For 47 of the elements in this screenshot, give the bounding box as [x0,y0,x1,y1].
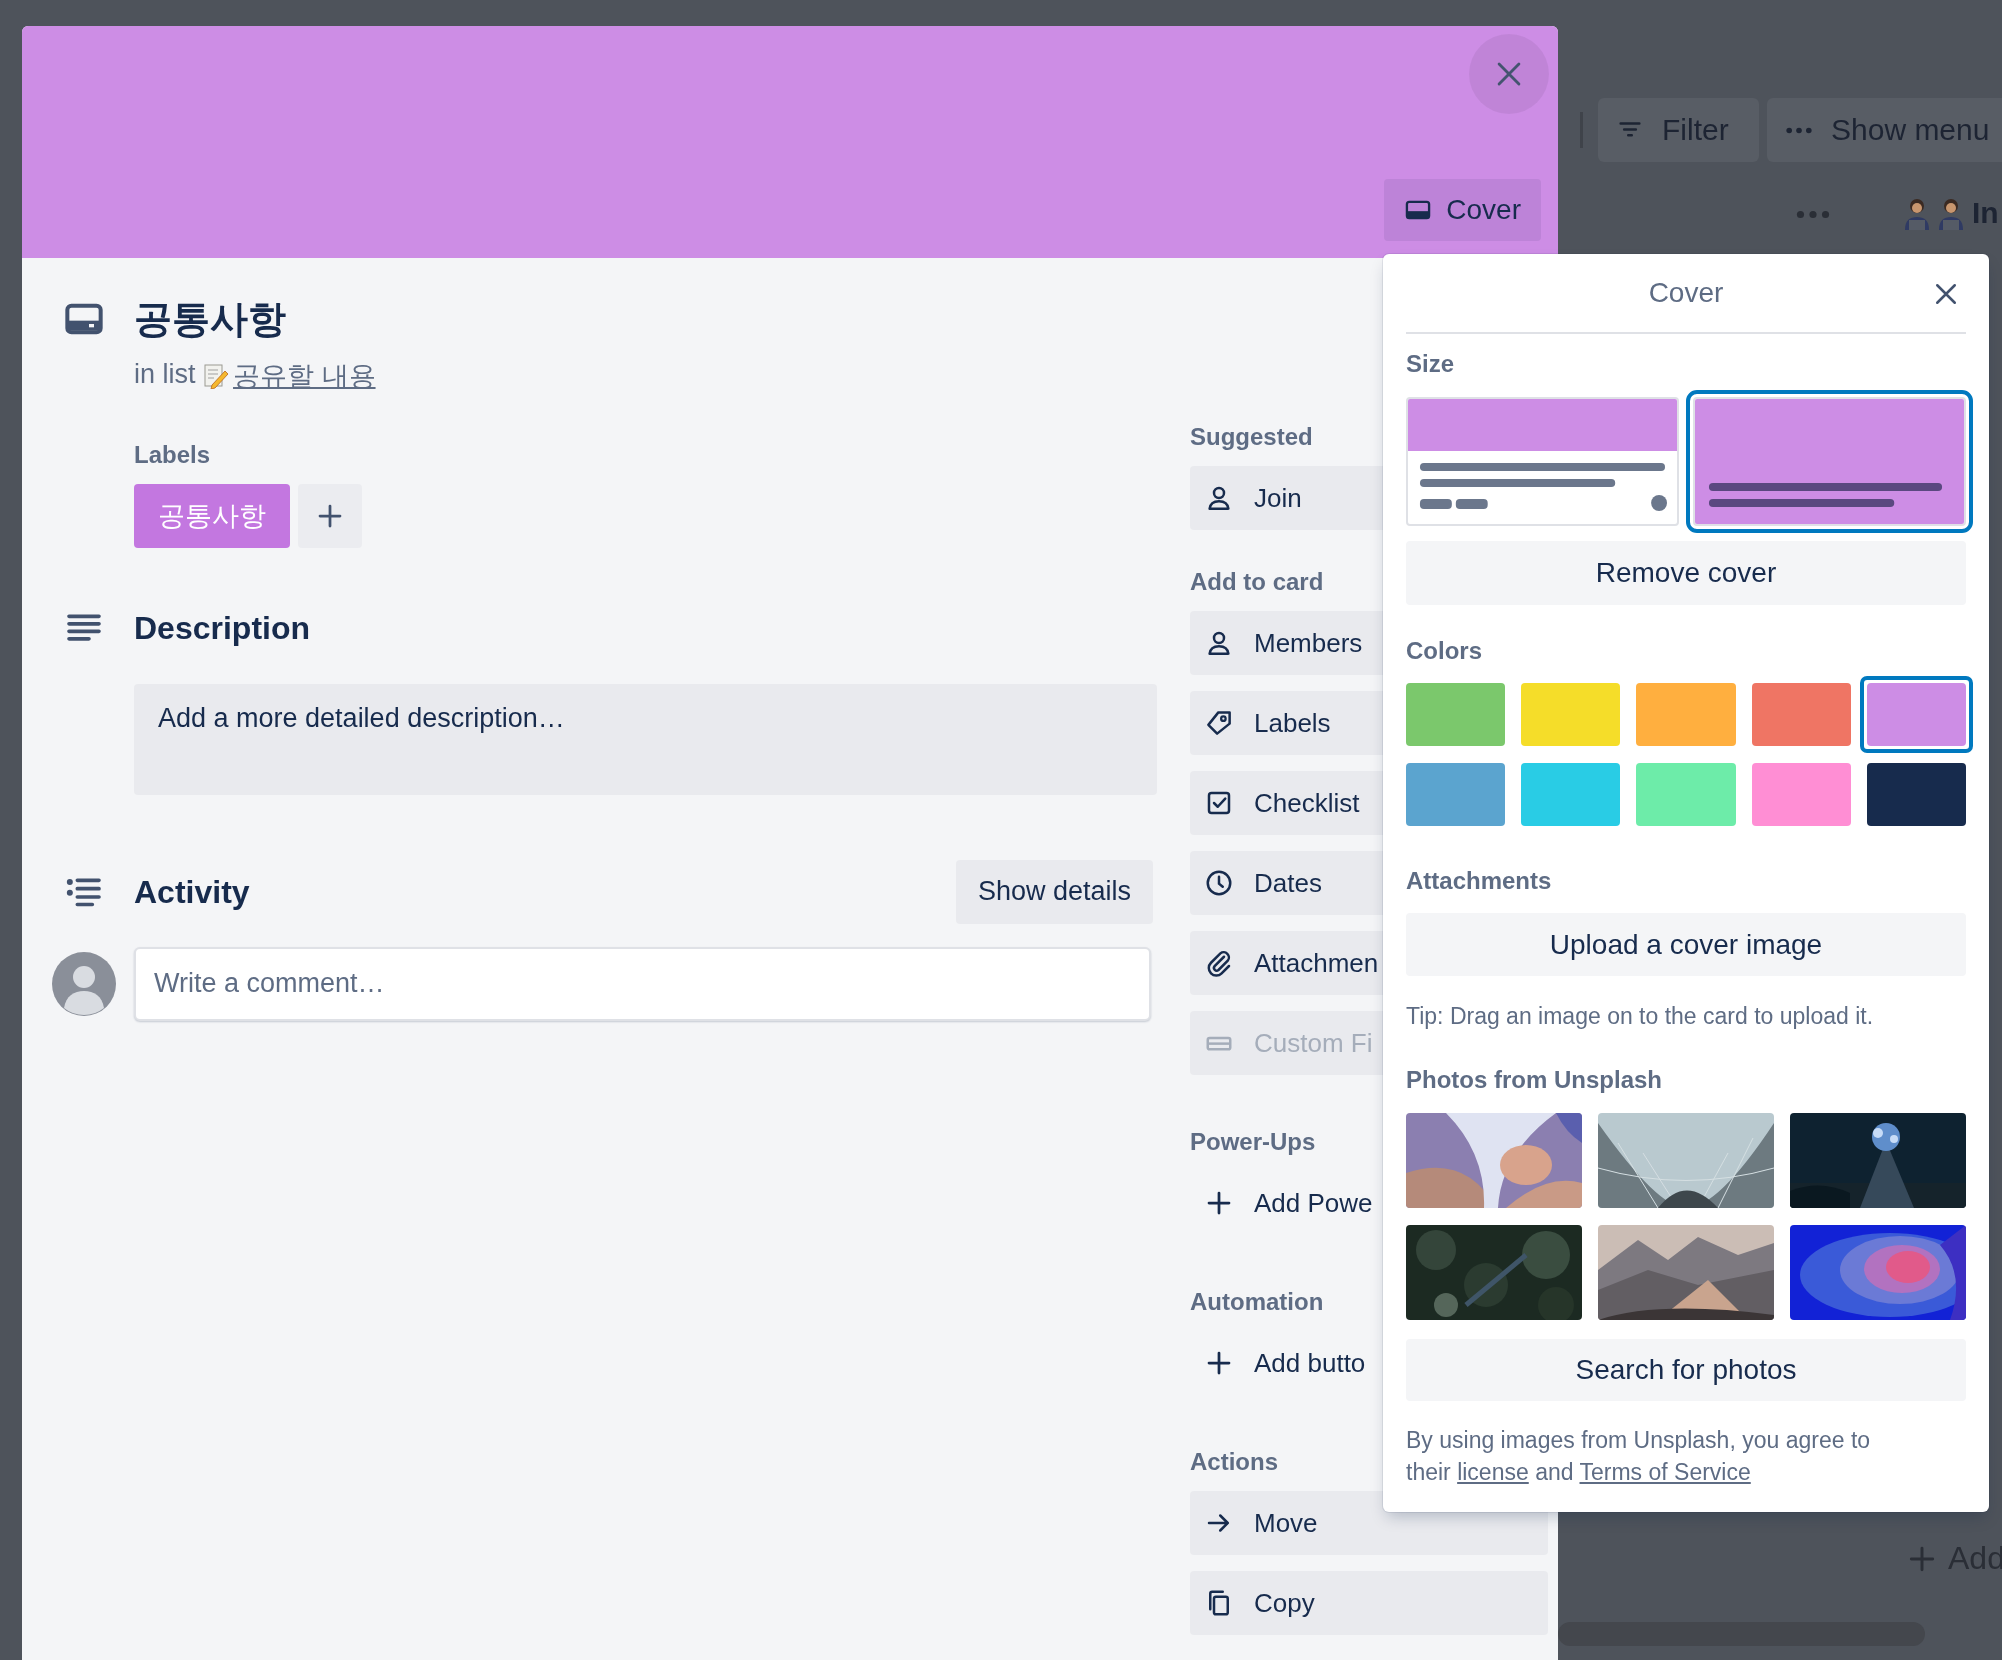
section-label: Automation [1190,1287,1324,1317]
section-label: Labels [134,439,212,470]
section-label: Power-Ups [1190,1127,1316,1157]
section-label: Colors [1406,637,1483,665]
section-heading: Description [134,608,312,648]
clock-icon [1204,868,1234,898]
tag-icon [1204,708,1234,738]
description-field[interactable]: Add a more detailed description… [134,683,1157,795]
person-icon [1936,196,1966,230]
color-swatch[interactable] [1406,763,1506,826]
section-label: Suggested [1190,422,1313,452]
color-swatch[interactable] [1866,763,1966,826]
person-icon [1902,196,1932,230]
list-link[interactable]: 공유할 내용 [203,357,376,394]
section-heading: Activity [134,872,250,912]
color-swatch[interactable] [1859,676,1973,753]
license-link[interactable]: license [1457,1459,1529,1485]
remove-cover-button[interactable]: Remove cover [1406,541,1966,605]
more-icon [1785,126,1813,134]
scrollbar[interactable] [1558,1622,1925,1646]
card-title: 공통사항 [134,297,287,342]
cover-size-option[interactable] [1406,397,1679,526]
upload-button[interactable]: Upload a cover image [1406,913,1966,976]
more-icon [1796,210,1830,219]
section-label: Actions [1190,1447,1278,1477]
list-location-text: in list 공유할 내용 [134,356,1157,394]
sidebar-button[interactable]: Add Powe [1190,1171,1548,1235]
section-label: Add to card [1190,567,1324,597]
color-swatch[interactable] [1636,763,1736,826]
cover-button[interactable]: Cover [1384,179,1541,241]
section-label: Size [1406,350,1456,378]
color-swatch[interactable] [1636,683,1736,746]
color-swatch[interactable] [1521,683,1621,746]
add-label-button[interactable] [298,483,362,548]
color-swatch[interactable] [1521,763,1621,826]
avatar [52,951,116,1016]
search-photos-button[interactable]: Search for photos [1406,1339,1966,1401]
memo-icon [203,362,230,389]
show-details-button[interactable]: Show details [955,859,1153,924]
popover-title: Cover [1648,277,1724,309]
sidebar-button[interactable]: Copy [1190,1571,1548,1635]
terms-text: By using images from Unsplash, you agree to their license and Terms of Service [1406,1426,1872,1487]
color-swatch[interactable] [1751,763,1851,826]
comment-field[interactable]: Write a comment… [134,946,1151,1021]
color-swatch[interactable] [1406,683,1506,746]
terms-link[interactable]: Terms of Service [1579,1459,1751,1485]
color-swatch[interactable] [1751,683,1851,746]
